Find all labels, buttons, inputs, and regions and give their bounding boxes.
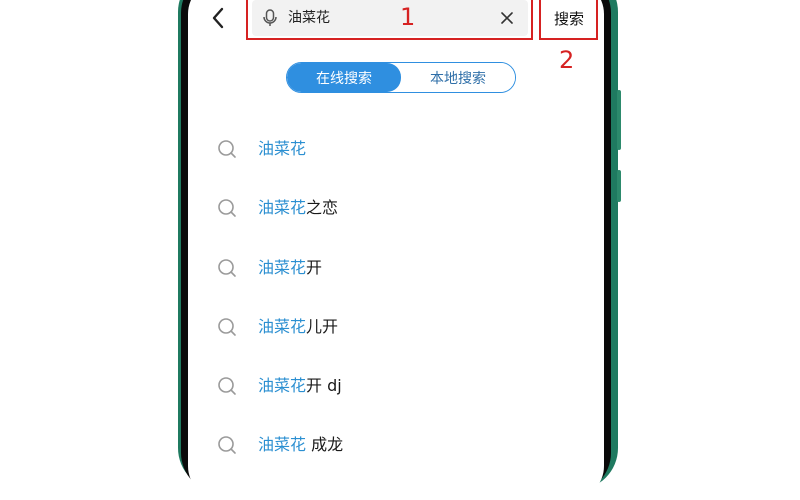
suggestion-highlight: 油菜花	[258, 435, 307, 454]
search-icon	[218, 318, 236, 336]
suggestion-rest: 开 dj	[306, 376, 342, 395]
list-item[interactable]: 油菜花之恋	[216, 193, 338, 223]
suggestion-highlight: 油菜花	[258, 376, 307, 395]
back-button[interactable]	[204, 4, 232, 32]
list-item[interactable]: 油菜花	[216, 134, 306, 164]
suggestion-highlight: 油菜花	[258, 198, 307, 217]
phone-side-button	[617, 90, 621, 150]
annotation-box-1	[246, 0, 533, 40]
suggestion-text: 油菜花儿开	[258, 316, 338, 338]
list-item[interactable]: 油菜花开 dj	[216, 371, 342, 401]
search-scope-toggle: 在线搜索 本地搜索	[286, 62, 516, 93]
search-icon	[218, 140, 236, 158]
search-icon	[218, 199, 236, 217]
list-item[interactable]: 油菜花 成龙	[216, 430, 343, 460]
suggestion-text: 油菜花	[258, 138, 306, 160]
suggestion-text: 油菜花之恋	[258, 197, 338, 219]
tab-online-search[interactable]: 在线搜索	[287, 63, 401, 92]
search-icon	[218, 436, 236, 454]
suggestion-text: 油菜花开 dj	[258, 375, 342, 397]
suggestion-text: 油菜花 成龙	[258, 434, 343, 456]
annotation-label-2: 2	[559, 46, 575, 74]
phone-side-button	[617, 170, 621, 202]
search-icon	[218, 377, 236, 395]
tab-local-search[interactable]: 本地搜索	[401, 63, 515, 92]
suggestion-highlight: 油菜花	[258, 258, 307, 277]
suggestion-highlight: 油菜花	[258, 317, 307, 336]
suggestion-rest: 之恋	[306, 198, 339, 217]
annotation-box-2	[539, 0, 598, 40]
suggestion-rest: 开	[306, 258, 323, 277]
list-item[interactable]: 油菜花儿开	[216, 312, 338, 342]
list-item[interactable]: 油菜花开	[216, 253, 322, 283]
search-icon	[218, 259, 236, 277]
annotation-label-1: 1	[400, 3, 416, 31]
chevron-left-icon	[212, 7, 224, 29]
suggestion-highlight: 油菜花	[258, 139, 307, 158]
suggestion-rest: 儿开	[306, 317, 339, 336]
suggestion-text: 油菜花开	[258, 257, 322, 279]
suggestion-rest: 成龙	[306, 435, 344, 454]
